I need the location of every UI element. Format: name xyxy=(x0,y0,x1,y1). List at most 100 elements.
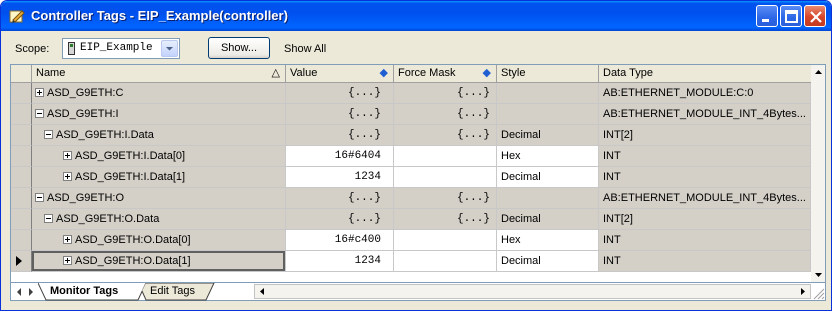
controller-tags-window: Controller Tags - EIP_Example(controller… xyxy=(0,0,832,311)
minimize-button[interactable] xyxy=(756,5,778,27)
tab-edit-tags[interactable]: Edit Tags xyxy=(150,285,195,297)
tag-name-cell[interactable]: ASD_G9ETH:I.Data[1] xyxy=(32,167,286,188)
grid-header: Name △ Value ◆ Force Mask ◆ Style Data T… xyxy=(11,65,811,83)
column-header-data-type[interactable]: Data Type xyxy=(599,65,811,83)
column-header-value[interactable]: Value ◆ xyxy=(286,65,394,83)
collapse-icon[interactable] xyxy=(35,108,44,118)
force-mask-cell: {...} xyxy=(394,209,497,230)
collapse-icon[interactable] xyxy=(44,213,53,223)
table-row[interactable]: ASD_G9ETH:O {...} {...} AB:ETHERNET_MODU… xyxy=(11,188,811,209)
tag-name-cell[interactable]: ASD_G9ETH:I xyxy=(32,104,286,125)
scope-dropdown-button[interactable] xyxy=(161,40,178,57)
tag-name: ASD_G9ETH:I.Data[0] xyxy=(75,150,186,162)
tag-name-cell[interactable]: ASD_G9ETH:O.Data[0] xyxy=(32,230,286,251)
table-row[interactable]: ASD_G9ETH:C {...} {...} AB:ETHERNET_MODU… xyxy=(11,83,811,104)
style-cell[interactable]: Decimal xyxy=(497,251,599,272)
table-row-selected[interactable]: ASD_G9ETH:O.Data[1] 1234 Decimal INT xyxy=(11,251,811,272)
close-button[interactable] xyxy=(804,5,826,27)
style-cell[interactable]: Decimal xyxy=(497,125,599,146)
tag-name-cell[interactable]: ASD_G9ETH:O.Data[1] xyxy=(32,251,286,272)
column-header-style[interactable]: Style xyxy=(497,65,599,83)
style-cell xyxy=(497,83,599,104)
scope-value: EIP_Example xyxy=(80,42,153,54)
force-mask-cell: {...} xyxy=(394,188,497,209)
force-mask-cell: {...} xyxy=(394,125,497,146)
column-name-label: Name xyxy=(36,67,66,79)
row-header[interactable] xyxy=(11,146,32,167)
table-row[interactable]: ASD_G9ETH:I.Data {...} {...} Decimal INT… xyxy=(11,125,811,146)
title-bar[interactable]: Controller Tags - EIP_Example(controller… xyxy=(1,1,831,31)
style-cell[interactable]: Hex xyxy=(497,230,599,251)
data-type-cell: INT xyxy=(599,146,811,167)
controller-icon xyxy=(68,42,75,55)
tab-scroll-right-icon[interactable] xyxy=(25,285,37,299)
style-cell[interactable]: Decimal xyxy=(497,167,599,188)
scroll-down-icon[interactable] xyxy=(811,267,826,282)
collapse-icon[interactable] xyxy=(35,192,44,202)
table-row[interactable]: ASD_G9ETH:I.Data[0] 16#6404 Hex INT xyxy=(11,146,811,167)
value-cell[interactable]: 16#6404 xyxy=(286,146,394,167)
value-cell: {...} xyxy=(286,83,394,104)
row-header[interactable] xyxy=(11,230,32,251)
tag-name-cell[interactable]: ASD_G9ETH:I.Data[0] xyxy=(32,146,286,167)
expand-icon[interactable] xyxy=(63,255,72,265)
style-cell[interactable]: Hex xyxy=(497,146,599,167)
force-mask-cell[interactable] xyxy=(394,146,497,167)
close-icon xyxy=(810,11,822,23)
row-header[interactable] xyxy=(11,209,32,230)
style-cell[interactable]: Decimal xyxy=(497,209,599,230)
tag-name-cell[interactable]: ASD_G9ETH:I.Data xyxy=(32,125,286,146)
horizontal-scrollbar[interactable] xyxy=(254,284,811,299)
tag-name-cell[interactable]: ASD_G9ETH:O xyxy=(32,188,286,209)
force-mask-cell[interactable] xyxy=(394,251,497,272)
table-row[interactable]: ASD_G9ETH:O.Data {...} {...} Decimal INT… xyxy=(11,209,811,230)
value-cell: {...} xyxy=(286,125,394,146)
current-row-pointer-icon xyxy=(16,256,22,266)
tag-name-cell[interactable]: ASD_G9ETH:O.Data xyxy=(32,209,286,230)
tag-name: ASD_G9ETH:I.Data xyxy=(56,129,154,141)
vertical-scrollbar[interactable] xyxy=(811,65,826,282)
scroll-right-icon[interactable] xyxy=(796,285,810,298)
maximize-icon xyxy=(785,10,798,23)
force-mask-cell[interactable] xyxy=(394,230,497,251)
column-header-name[interactable]: Name △ xyxy=(32,65,286,83)
column-header-force-mask[interactable]: Force Mask ◆ xyxy=(394,65,497,83)
row-header[interactable] xyxy=(11,167,32,188)
row-header[interactable] xyxy=(11,83,32,104)
value-cell: {...} xyxy=(286,188,394,209)
row-header[interactable] xyxy=(11,188,32,209)
tag-name: ASD_G9ETH:O xyxy=(47,192,125,204)
column-style-label: Style xyxy=(501,67,526,79)
row-header[interactable] xyxy=(11,125,32,146)
expand-icon[interactable] xyxy=(63,150,72,160)
expand-icon[interactable] xyxy=(63,171,72,181)
tab-scroll-left-icon[interactable] xyxy=(13,285,25,299)
maximize-button[interactable] xyxy=(780,5,802,27)
expand-icon[interactable] xyxy=(63,234,72,244)
force-mask-cell[interactable] xyxy=(394,167,497,188)
collapse-icon[interactable] xyxy=(44,129,53,139)
value-cell: {...} xyxy=(286,209,394,230)
style-cell xyxy=(497,104,599,125)
value-cell[interactable]: 16#c400 xyxy=(286,230,394,251)
table-row[interactable]: ASD_G9ETH:I.Data[1] 1234 Decimal INT xyxy=(11,167,811,188)
expand-icon[interactable] xyxy=(35,87,44,97)
arrow-left-icon: ◆ xyxy=(379,67,388,79)
tag-name: ASD_G9ETH:C xyxy=(47,87,124,99)
scope-dropdown[interactable]: EIP_Example xyxy=(62,38,180,59)
style-cell xyxy=(497,188,599,209)
value-cell[interactable]: 1234 xyxy=(286,167,394,188)
row-header[interactable] xyxy=(11,251,32,272)
value-cell[interactable]: 1234 xyxy=(286,251,394,272)
value-cell: {...} xyxy=(286,104,394,125)
row-header[interactable] xyxy=(11,104,32,125)
show-button[interactable]: Show... xyxy=(208,37,270,59)
table-row[interactable]: ASD_G9ETH:I {...} {...} AB:ETHERNET_MODU… xyxy=(11,104,811,125)
scroll-left-icon[interactable] xyxy=(255,285,269,298)
scope-toolbar: Scope: EIP_Example Show... Show All xyxy=(5,35,827,63)
tab-monitor-tags[interactable]: Monitor Tags xyxy=(50,285,118,297)
scroll-up-icon[interactable] xyxy=(811,65,826,80)
tag-name-cell[interactable]: ASD_G9ETH:C xyxy=(32,83,286,104)
resize-grip-icon[interactable] xyxy=(811,286,825,300)
table-row[interactable]: ASD_G9ETH:O.Data[0] 16#c400 Hex INT xyxy=(11,230,811,251)
